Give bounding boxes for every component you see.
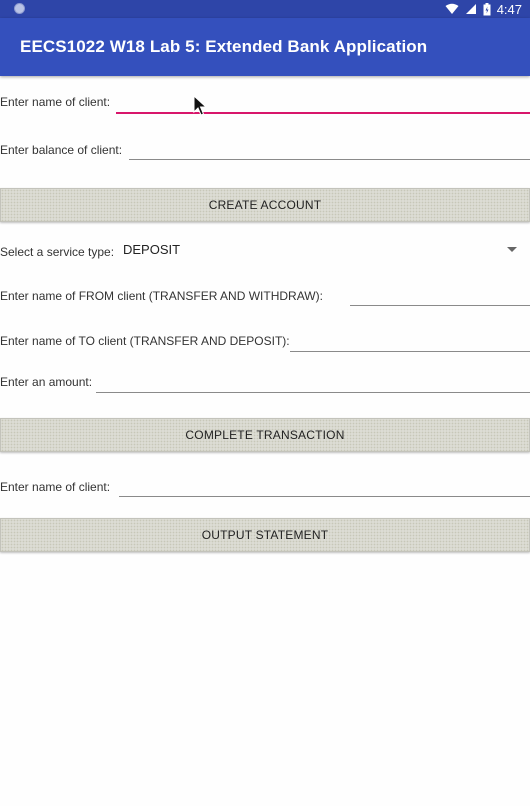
- mouse-cursor-icon: [193, 95, 207, 116]
- complete-transaction-button-label: COMPLETE TRANSACTION: [185, 428, 345, 442]
- wifi-icon: [445, 3, 459, 14]
- statement-client-name-underline: [119, 496, 530, 497]
- service-type-value: DEPOSIT: [123, 242, 181, 257]
- from-client-underline: [350, 305, 530, 306]
- amount-input[interactable]: [96, 371, 530, 393]
- create-account-button[interactable]: CREATE ACCOUNT: [0, 188, 530, 222]
- output-statement-button-label: OUTPUT STATEMENT: [201, 528, 329, 542]
- status-icons: 4:47: [445, 0, 522, 18]
- signal-icon: [465, 4, 476, 14]
- service-type-spinner[interactable]: DEPOSIT: [116, 238, 530, 262]
- complete-transaction-button[interactable]: COMPLETE TRANSACTION: [0, 418, 530, 452]
- from-client-label: Enter name of FROM client (TRANSFER AND …: [0, 289, 323, 303]
- app-title: EECS1022 W18 Lab 5: Extended Bank Applic…: [20, 37, 428, 56]
- status-time: 4:47: [496, 1, 522, 17]
- statement-client-name-input[interactable]: [119, 475, 530, 497]
- client-name-underline: [116, 112, 530, 114]
- output-statement-button[interactable]: OUTPUT STATEMENT: [0, 518, 530, 552]
- service-type-label: Select a service type:: [0, 245, 115, 259]
- amount-label: Enter an amount:: [0, 375, 93, 389]
- balance-input[interactable]: [129, 138, 530, 160]
- to-client-underline: [290, 351, 530, 352]
- balance-underline: [129, 159, 530, 160]
- to-client-input[interactable]: [290, 330, 530, 352]
- client-name-label: Enter name of client:: [0, 95, 111, 109]
- client-name-input[interactable]: [116, 90, 530, 114]
- balance-label: Enter balance of client:: [0, 143, 123, 157]
- statement-client-name-label: Enter name of client:: [0, 480, 111, 494]
- notification-icon: [14, 3, 25, 14]
- from-client-input[interactable]: [350, 284, 530, 306]
- dropdown-arrow-icon: [507, 247, 517, 252]
- battery-icon: [483, 2, 491, 15]
- create-account-button-label: CREATE ACCOUNT: [208, 198, 322, 212]
- app-bar: EECS1022 W18 Lab 5: Extended Bank Applic…: [0, 18, 530, 76]
- to-client-label: Enter name of TO client (TRANSFER AND DE…: [0, 334, 290, 348]
- amount-underline: [96, 392, 530, 393]
- status-bar: 4:47: [0, 0, 530, 18]
